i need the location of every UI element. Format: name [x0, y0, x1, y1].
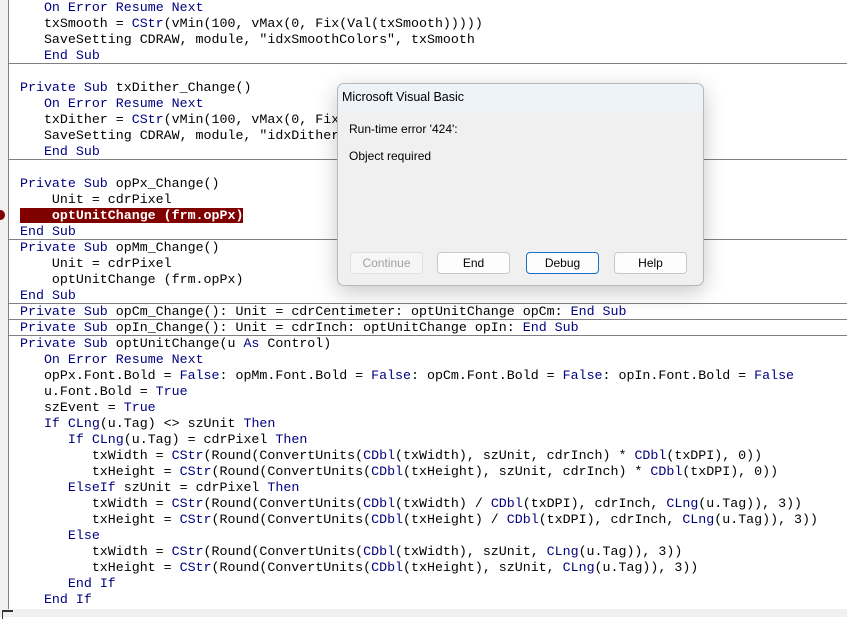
code-line[interactable]: txWidth = CStr(Round(ConvertUnits(CDbl(t…	[20, 544, 683, 560]
code-line[interactable]: Private Sub txDither_Change()	[20, 80, 251, 96]
error-message-text: Object required	[349, 149, 432, 163]
continue-button[interactable]: Continue	[350, 252, 423, 274]
code-line[interactable]: Private Sub optUnitChange(u As Control)	[20, 336, 331, 352]
debug-button[interactable]: Debug	[526, 252, 599, 274]
code-line[interactable]: SaveSetting CDRAW, module, "idxSmoothCol…	[20, 32, 475, 48]
code-line[interactable]: txWidth = CStr(Round(ConvertUnits(CDbl(t…	[20, 448, 762, 464]
code-line[interactable]: optUnitChange (frm.opPx)	[20, 272, 244, 288]
code-line[interactable]: txWidth = CStr(Round(ConvertUnits(CDbl(t…	[20, 496, 802, 512]
procedure-separator	[9, 63, 847, 64]
help-button[interactable]: Help	[614, 252, 687, 274]
code-line[interactable]: If CLng(u.Tag) <> szUnit Then	[20, 416, 275, 432]
code-line[interactable]: Private Sub opPx_Change()	[20, 176, 220, 192]
code-line[interactable]: u.Font.Bold = True	[20, 384, 188, 400]
breakpoint-arrow-icon	[0, 210, 5, 220]
code-line[interactable]: On Error Resume Next	[20, 0, 204, 16]
end-button[interactable]: End	[437, 252, 510, 274]
procedure-separator	[9, 303, 847, 304]
code-line[interactable]: txHeight = CStr(Round(ConvertUnits(CDbl(…	[20, 512, 818, 528]
view-toggle-bar	[0, 609, 847, 619]
code-line[interactable]: Private Sub opIn_Change(): Unit = cdrInc…	[20, 320, 579, 336]
code-line[interactable]: Private Sub opCm_Change(): Unit = cdrCen…	[20, 304, 627, 320]
procedure-separator	[9, 335, 847, 336]
execution-highlight: optUnitChange (frm.opPx)	[20, 208, 244, 223]
code-line[interactable]: optUnitChange (frm.opPx)	[20, 208, 244, 224]
dialog-title: Microsoft Visual Basic	[338, 84, 703, 111]
margin-indicator-bar[interactable]	[0, 0, 9, 609]
code-line[interactable]: SaveSetting CDRAW, module, "idxDither	[20, 128, 339, 144]
procedure-separator	[9, 319, 847, 320]
code-line[interactable]: On Error Resume Next	[20, 352, 204, 368]
code-line[interactable]: On Error Resume Next	[20, 96, 204, 112]
code-line[interactable]: End If	[20, 576, 116, 592]
code-line[interactable]: ElseIf szUnit = cdrPixel Then	[20, 480, 299, 496]
code-line[interactable]: txDither = CStr(vMin(100, vMax(0, Fix	[20, 112, 339, 128]
code-line[interactable]: Unit = cdrPixel	[20, 192, 172, 208]
code-line[interactable]: End Sub	[20, 144, 100, 160]
code-line[interactable]: txHeight = CStr(Round(ConvertUnits(CDbl(…	[20, 560, 698, 576]
code-line[interactable]: txSmooth = CStr(vMin(100, vMax(0, Fix(Va…	[20, 16, 483, 32]
code-line[interactable]: Unit = cdrPixel	[20, 256, 172, 272]
code-line[interactable]: szEvent = True	[20, 400, 156, 416]
code-line[interactable]: Else	[20, 528, 100, 544]
code-line[interactable]: End Sub	[20, 224, 76, 240]
full-module-view-icon[interactable]	[2, 610, 13, 619]
code-line[interactable]: End Sub	[20, 288, 76, 304]
error-dialog: Microsoft Visual Basic Run-time error '4…	[337, 83, 704, 286]
code-line[interactable]: opPx.Font.Bold = False: opMm.Font.Bold =…	[20, 368, 794, 384]
error-code-text: Run-time error '424':	[349, 122, 458, 136]
code-line[interactable]: If CLng(u.Tag) = cdrPixel Then	[20, 432, 307, 448]
code-line[interactable]: End If	[20, 592, 92, 608]
code-line[interactable]: txHeight = CStr(Round(ConvertUnits(CDbl(…	[20, 464, 778, 480]
code-line[interactable]: Private Sub opMm_Change()	[20, 240, 220, 256]
code-line[interactable]: End Sub	[20, 48, 100, 64]
